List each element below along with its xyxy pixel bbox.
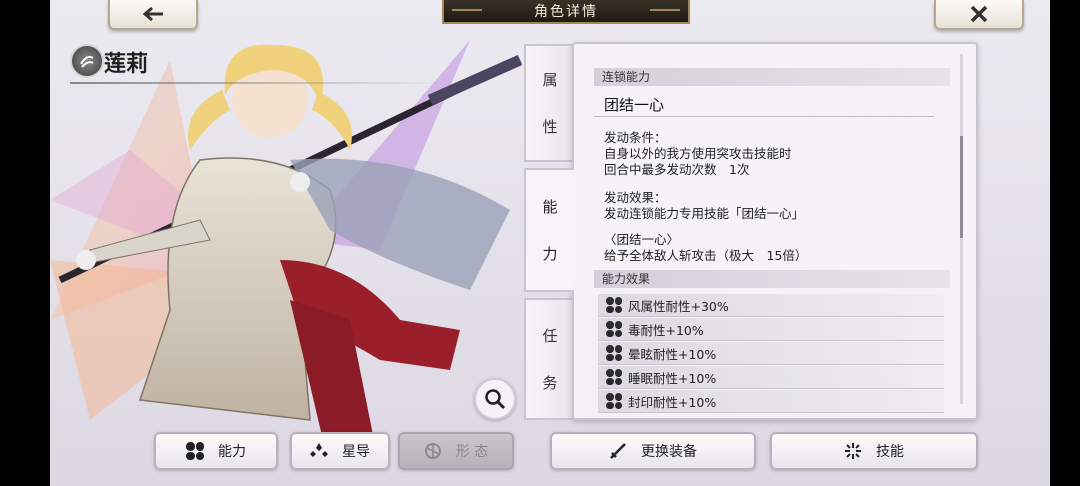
sub-skill-title: 〈团结一心〉: [604, 232, 680, 247]
skill-button-label: 技能: [876, 444, 904, 460]
effect-text: 封印耐性+10%: [628, 394, 717, 410]
tab-tasks-label-2: 务: [542, 374, 558, 392]
tab-attributes-label-1: 属: [542, 71, 558, 89]
condition-line-1: 自身以外的我方使用突攻击技能时: [604, 146, 792, 161]
change-equipment-label: 更换装备: [641, 444, 697, 460]
ability-orb-icon: [606, 321, 622, 337]
chain-ability-name: 团结一心: [604, 96, 665, 114]
sword-icon: [610, 443, 626, 459]
wind-element-icon: [70, 44, 104, 78]
change-equipment-button[interactable]: 更换装备: [550, 432, 756, 470]
sub-skill-line-1: 给予全体敌人斩攻击（极大 15倍）: [604, 248, 808, 263]
effect-text: 晕眩耐性+10%: [628, 346, 717, 362]
character-name: 莲莉: [104, 52, 149, 77]
form-label: 形 态: [455, 444, 489, 460]
name-divider: [70, 82, 450, 84]
form-button[interactable]: 形 态: [398, 432, 514, 470]
skill-divider: [594, 116, 934, 117]
tab-ability[interactable]: 能 力: [524, 168, 574, 292]
effect-text: 风属性耐性+30%: [628, 298, 729, 314]
back-arrow-icon: [142, 6, 163, 22]
close-button[interactable]: [934, 0, 1024, 30]
tab-tasks[interactable]: 任 务: [524, 298, 574, 420]
effect-line-1: 发动连锁能力专用技能「团结一心」: [604, 206, 805, 221]
chain-ability-header: 连锁能力: [594, 68, 950, 86]
back-button[interactable]: [108, 0, 198, 30]
star-guide-button[interactable]: 星导: [290, 432, 390, 470]
scrollbar-thumb[interactable]: [960, 136, 963, 238]
ability-detail-panel[interactable]: 连锁能力 团结一心 发动条件： 自身以外的我方使用突攻击技能时 回合中最多发动次…: [572, 42, 978, 420]
ability-orb-icon: [606, 393, 622, 409]
form-icon: [424, 443, 441, 459]
ability-orb-icon: [606, 297, 622, 313]
list-item: 晕眩耐性+10%: [598, 342, 944, 365]
effect-title: 发动效果：: [604, 190, 667, 205]
list-item: 睡眠耐性+10%: [598, 366, 944, 389]
tab-attributes-label-2: 性: [542, 118, 558, 136]
effect-text: 睡眠耐性+10%: [628, 370, 717, 386]
ability-orb-icon: [606, 345, 622, 361]
star-guide-label: 星导: [342, 444, 370, 460]
star-guide-icon: [310, 443, 328, 457]
page-title: 角色详情: [442, 0, 690, 24]
list-item: 风属性耐性+30%: [598, 294, 944, 317]
ability-orb-icon: [606, 369, 622, 385]
effect-text: 毒耐性+10%: [628, 322, 704, 338]
ability-orb-icon: [186, 442, 204, 460]
ability-button-label: 能力: [218, 444, 246, 460]
left-letterbox: [0, 0, 50, 486]
ability-effects-header: 能力效果: [594, 270, 950, 288]
ability-button[interactable]: 能力: [154, 432, 278, 470]
tab-tasks-label-1: 任: [542, 327, 558, 345]
magnifier-icon: [485, 389, 506, 410]
tab-ability-label-2: 力: [542, 245, 558, 263]
character-detail-screen: 角色详情 莲莉 属 性 能 力 任 务 连锁能力 团结一心 发动条件： 自身以外…: [0, 0, 1080, 486]
skill-spark-icon: [845, 443, 861, 459]
list-item: 封印耐性+10%: [598, 390, 944, 413]
skill-button[interactable]: 技能: [770, 432, 978, 470]
zoom-button[interactable]: [474, 378, 516, 420]
condition-line-2: 回合中最多发动次数 1次: [604, 162, 750, 177]
close-x-icon: [970, 5, 988, 23]
tab-ability-label-1: 能: [542, 198, 558, 216]
tab-attributes[interactable]: 属 性: [524, 44, 574, 162]
list-item: 毒耐性+10%: [598, 318, 944, 341]
right-letterbox: [1050, 0, 1080, 486]
condition-title: 发动条件：: [604, 130, 667, 145]
